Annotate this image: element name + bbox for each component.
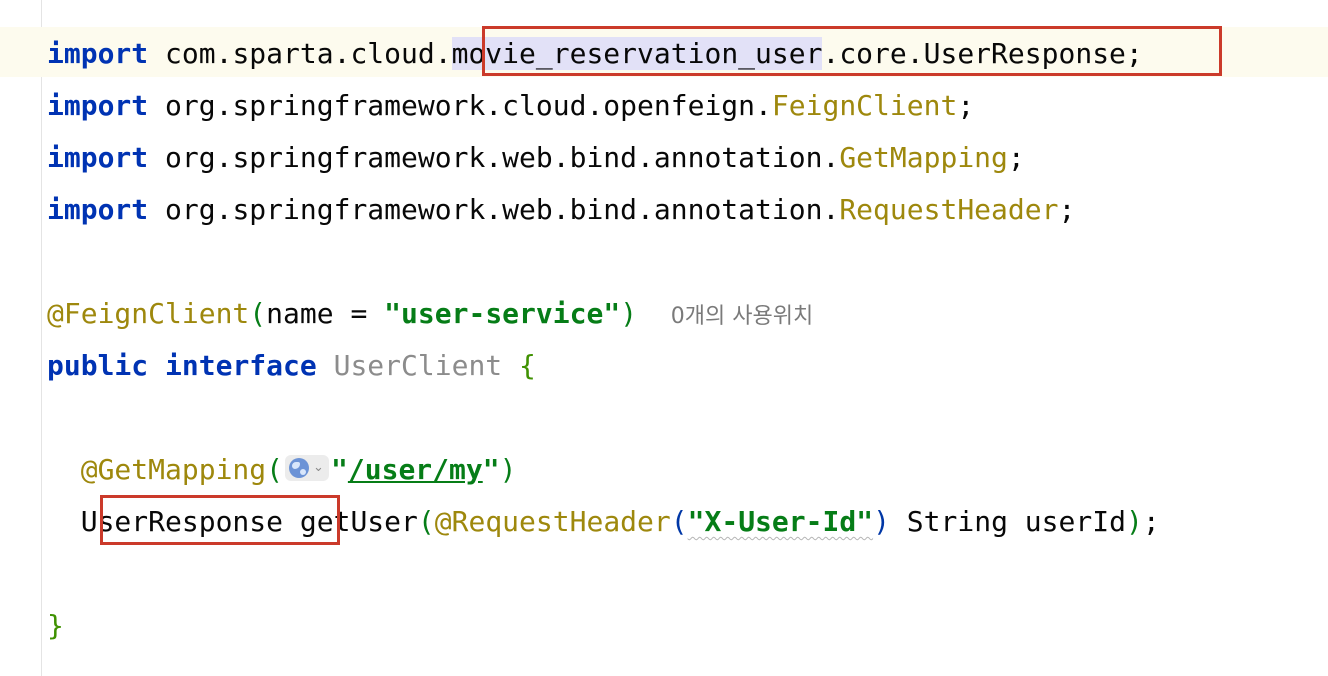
paren-open: (	[670, 505, 688, 538]
imported-class[interactable]: FeignClient	[772, 89, 957, 122]
imported-class[interactable]: GetMapping	[839, 141, 1008, 174]
code-line-getmapping[interactable]: @GetMapping( ⌄ "/user/my")	[47, 450, 517, 490]
annotation-param: name =	[266, 297, 385, 330]
highlight-box-return-type	[100, 495, 340, 545]
semicolon: ;	[1058, 193, 1076, 226]
string-quote: "	[331, 453, 348, 486]
paren-close: )	[1125, 505, 1143, 538]
code-line-feign-annotation[interactable]: @FeignClient(name = "user-service") 0개의 …	[47, 294, 813, 334]
chevron-down-icon: ⌄	[313, 460, 324, 475]
header-string-literal: "X-User-Id"	[687, 505, 874, 538]
annotation-requestheader[interactable]: @RequestHeader	[435, 505, 671, 538]
brace-close: }	[47, 609, 64, 642]
annotation-feignclient[interactable]: @FeignClient	[47, 297, 249, 330]
paren-close: )	[620, 297, 638, 330]
code-line-close-brace[interactable]: }	[47, 606, 64, 646]
code-line-import-2[interactable]: import org.springframework.cloud.openfei…	[47, 86, 974, 126]
code-line-import-4[interactable]: import org.springframework.web.bind.anno…	[47, 190, 1075, 230]
highlight-box-import	[482, 26, 1222, 76]
code-line-import-3[interactable]: import org.springframework.web.bind.anno…	[47, 138, 1025, 178]
code-editor[interactable]: import com.sparta.cloud.movie_reservatio…	[0, 0, 1328, 676]
package-path: org.springframework.web.bind.annotation.	[165, 141, 840, 174]
paren-open: (	[249, 297, 267, 330]
code-line-interface-decl[interactable]: public interface UserClient {	[47, 346, 536, 386]
paren-open: (	[417, 505, 435, 538]
gutter-divider	[41, 0, 42, 676]
annotation-getmapping[interactable]: @GetMapping	[81, 453, 266, 486]
keyword-interface: interface	[165, 349, 317, 382]
keyword-import: import	[47, 37, 149, 70]
imported-class[interactable]: RequestHeader	[839, 193, 1058, 226]
string-quote: "	[482, 453, 500, 486]
keyword-import: import	[47, 141, 149, 174]
url-path-link[interactable]: /user/my	[348, 453, 483, 486]
url-chip[interactable]: ⌄	[285, 455, 330, 481]
brace-open: {	[519, 349, 536, 382]
usages-inlay-hint[interactable]: 0개의 사용위치	[671, 304, 813, 329]
globe-icon	[289, 458, 310, 478]
semicolon: ;	[1007, 141, 1025, 174]
interface-name[interactable]: UserClient	[334, 349, 503, 382]
semicolon: ;	[1142, 505, 1160, 538]
package-path: com.sparta.cloud.	[165, 37, 452, 70]
keyword-import: import	[47, 89, 149, 122]
semicolon: ;	[957, 89, 975, 122]
keyword-import: import	[47, 193, 149, 226]
paren-open: (	[266, 453, 284, 486]
param-type: String	[906, 505, 1008, 538]
paren-close: )	[873, 505, 890, 538]
package-path: org.springframework.web.bind.annotation.	[165, 193, 840, 226]
keyword-public: public	[47, 349, 149, 382]
param-name: userId	[1024, 505, 1126, 538]
package-path: org.springframework.cloud.openfeign.	[165, 89, 772, 122]
string-literal: "user-service"	[384, 297, 621, 330]
paren-close: )	[499, 453, 517, 486]
